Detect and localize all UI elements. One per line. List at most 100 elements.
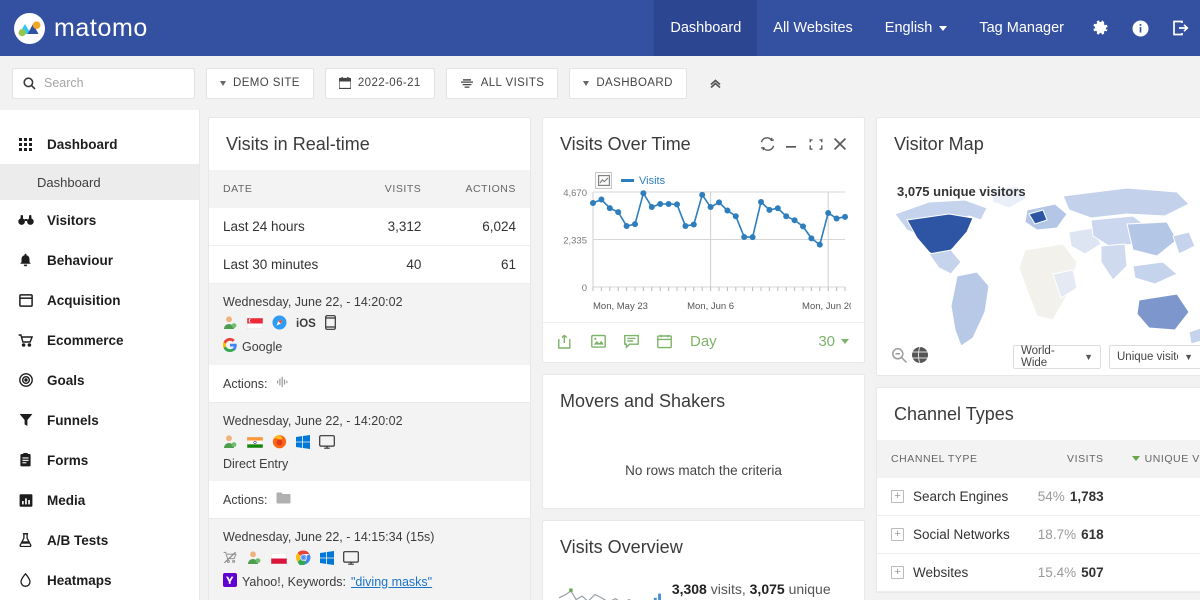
chart-legend: Visits <box>595 172 665 189</box>
clipboard-icon <box>17 453 34 467</box>
sidebar-item-forms[interactable]: Forms <box>0 440 199 480</box>
table-row[interactable]: + Social Networks 18.7% 618 6 <box>877 515 1200 554</box>
cell-unique-visitors: 1,7 <box>1117 478 1200 516</box>
visits-over-time-chart[interactable]: Visits 0 2,335 4,670 Mon, May 23 Mon, Jun 6 M… <box>543 170 864 322</box>
realtime-visit-entry[interactable]: Wednesday, June 22, - 14:20:02 iOS Googl… <box>209 284 530 365</box>
visit-attribute-icons <box>223 434 516 452</box>
expand-icon[interactable]: + <box>891 490 904 503</box>
sidebar-item-funnels[interactable]: Funnels <box>0 400 199 440</box>
sidebar-item-behaviour-label: Behaviour <box>47 252 114 268</box>
desktop-icon <box>319 434 335 452</box>
site-selector-label: DEMO SITE <box>233 77 300 89</box>
zoom-out-icon[interactable] <box>891 347 908 367</box>
nav-item-dashboard[interactable]: Dashboard <box>654 0 758 56</box>
nav-item-language[interactable]: English <box>869 0 964 56</box>
table-header-row: CHANNEL TYPE VISITS UNIQUE VISITORS <box>877 440 1200 478</box>
cell-date: Last 24 hours <box>209 208 358 246</box>
world-map[interactable] <box>877 170 1200 370</box>
minimize-icon[interactable] <box>785 138 799 150</box>
table-row[interactable]: Last 30 minutes 40 61 <box>209 245 530 284</box>
column-header-channel-type[interactable]: CHANNEL TYPE <box>877 440 1024 478</box>
map-region-value: World-Wide <box>1021 345 1055 369</box>
column-header-unique-visitors[interactable]: UNIQUE VISITORS <box>1117 440 1200 478</box>
target-icon <box>17 373 34 387</box>
sidebar-item-ab-tests[interactable]: A/B Tests <box>0 520 199 560</box>
widget-header: Visits Overview <box>543 521 864 573</box>
column-header-visits[interactable]: VISITS <box>1023 440 1118 478</box>
refresh-icon[interactable] <box>760 137 775 151</box>
table-row[interactable]: Last 24 hours 3,312 6,024 <box>209 208 530 246</box>
nav-item-tag-manager-label: Tag Manager <box>979 20 1064 36</box>
collapse-toolbar-button[interactable] <box>704 71 728 95</box>
calendar-icon[interactable] <box>657 334 673 349</box>
cell-visits-value: 507 <box>1081 565 1104 580</box>
realtime-visit-entry[interactable]: Wednesday, June 22, - 14:15:34 (15s) Yah… <box>209 519 530 600</box>
nav-item-all-websites[interactable]: All Websites <box>757 0 869 56</box>
channel-name-cell: + Social Networks <box>891 527 1010 542</box>
table-row[interactable]: + Websites 15.4% 507 5 <box>877 553 1200 592</box>
sidebar-item-dashboard[interactable]: Dashboard <box>0 124 199 164</box>
sidebar-item-heatmaps-label: Heatmaps <box>47 572 112 588</box>
grid-icon <box>17 137 34 151</box>
cell-unique-visitors: 5 <box>1117 553 1200 592</box>
maximize-icon[interactable] <box>809 138 823 151</box>
visit-keyword-link[interactable]: "diving masks" <box>351 575 432 589</box>
annotation-icon[interactable] <box>624 334 640 349</box>
map-region-select[interactable]: World-Wide ▼ <box>1013 345 1101 369</box>
sort-descending-icon <box>1131 456 1140 461</box>
sidebar-item-goals[interactable]: Goals <box>0 360 199 400</box>
site-selector[interactable]: DEMO SITE <box>206 67 314 99</box>
folder-icon[interactable] <box>276 492 291 507</box>
globe-icon[interactable] <box>911 346 929 367</box>
date-selector[interactable]: 2022-06-21 <box>324 67 435 99</box>
sidebar-item-behaviour[interactable]: Behaviour <box>0 240 199 280</box>
sidebar-item-media[interactable]: Media <box>0 480 199 520</box>
column-header-visits[interactable]: VISITS <box>357 170 436 208</box>
map-metric-select[interactable]: Unique visitors ▼ <box>1109 345 1200 369</box>
date-selector-label: 2022-06-21 <box>357 77 421 89</box>
expand-icon[interactable]: + <box>891 528 904 541</box>
sound-icon[interactable] <box>276 376 289 391</box>
media-icon <box>17 493 34 507</box>
column-header-date[interactable]: DATE <box>209 170 358 208</box>
widget-column-1: Visits in Real-time DATE VISITS ACTIONS … <box>208 117 531 600</box>
visit-timestamp: Wednesday, June 22, - 14:15:34 (15s) <box>223 530 435 544</box>
row-count-selector[interactable]: 30 <box>818 333 849 350</box>
expand-icon[interactable]: + <box>891 566 904 579</box>
visit-actions-row[interactable]: Actions: <box>209 481 530 519</box>
visit-actions-row[interactable]: Actions: <box>209 365 530 403</box>
channel-name: Websites <box>913 565 969 580</box>
visit-referrer[interactable]: Google <box>222 337 516 355</box>
visitor-map-body[interactable]: 3,075 unique visitors World-Wide ▼ Uniqu… <box>877 170 1200 375</box>
sign-in-icon[interactable] <box>1160 0 1200 56</box>
search-input[interactable]: Search <box>12 67 195 99</box>
table-row[interactable]: + Search Engines 54% 1,783 1,7 <box>877 478 1200 516</box>
nav-item-tag-manager[interactable]: Tag Manager <box>963 0 1080 56</box>
top-nav-right-group: Dashboard All Websites English Tag Manag… <box>654 0 1200 56</box>
chart-type-icon[interactable] <box>595 172 612 189</box>
matomo-logo[interactable]: matomo <box>0 12 148 44</box>
cart-icon <box>17 333 34 347</box>
gear-icon[interactable] <box>1080 0 1120 56</box>
export-icon[interactable] <box>558 334 574 349</box>
map-zoom-controls <box>891 346 929 367</box>
chart-legend-visits[interactable]: Visits <box>621 175 665 187</box>
dashboard-selector[interactable]: DASHBOARD <box>569 67 687 99</box>
image-icon[interactable] <box>591 334 607 349</box>
matomo-logo-text: matomo <box>54 13 148 42</box>
segment-selector[interactable]: ALL VISITS <box>445 67 559 99</box>
sidebar-subitem-dashboard[interactable]: Dashboard <box>0 164 199 200</box>
sidebar-item-visitors-label: Visitors <box>47 212 97 228</box>
info-icon[interactable] <box>1120 0 1160 56</box>
column-header-actions[interactable]: ACTIONS <box>435 170 530 208</box>
sidebar-item-visitors[interactable]: Visitors <box>0 200 199 240</box>
visit-referrer[interactable]: Yahoo!, Keywords: "diving masks" <box>223 573 516 590</box>
sidebar-item-heatmaps[interactable]: Heatmaps <box>0 560 199 600</box>
close-icon[interactable] <box>833 137 847 151</box>
chevron-down-icon <box>841 339 849 344</box>
realtime-visit-entry[interactable]: Wednesday, June 22, - 14:20:02 Direct En… <box>209 403 530 481</box>
sidebar-item-ecommerce[interactable]: Ecommerce <box>0 320 199 360</box>
mobile-icon <box>324 315 336 333</box>
sidebar-item-acquisition[interactable]: Acquisition <box>0 280 199 320</box>
period-label[interactable]: Day <box>690 333 717 350</box>
